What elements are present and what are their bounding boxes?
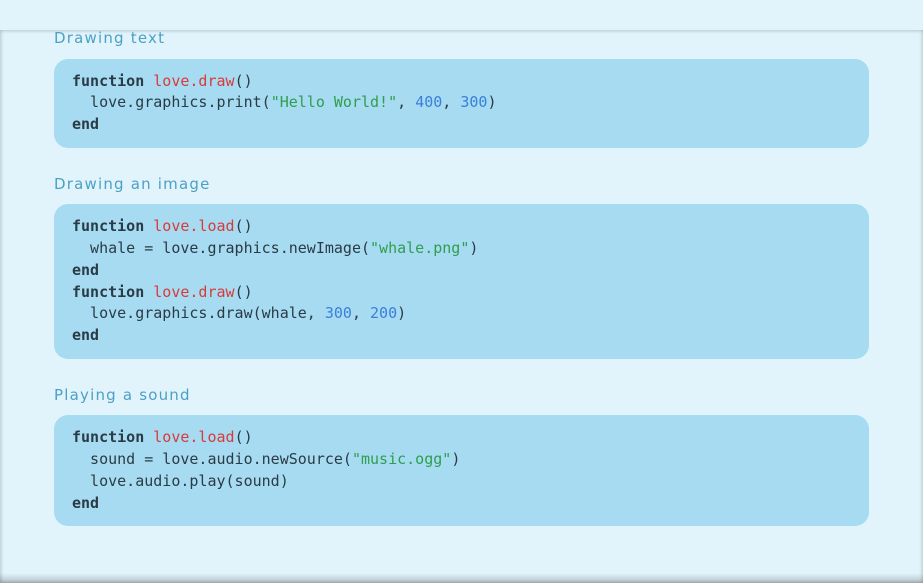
code-token-kw: function	[72, 428, 144, 446]
code-token-str: "music.ogg"	[352, 450, 451, 468]
code-token-kw: function	[72, 217, 144, 235]
code-token-num: 200	[370, 304, 397, 322]
code-token-kw: end	[72, 115, 99, 133]
code-token-kw: function	[72, 72, 144, 90]
section-title: Drawing text	[54, 30, 869, 47]
code-token-kw: end	[72, 261, 99, 279]
code-token-kw: end	[72, 326, 99, 344]
code-token-num: 400	[415, 93, 442, 111]
code-token-fn: love.draw	[153, 72, 234, 90]
code-token-fn: love.load	[153, 217, 234, 235]
code-token-fn: love.load	[153, 428, 234, 446]
code-token-str: "Hello World!"	[271, 93, 397, 111]
code-block: function love.load() sound = love.audio.…	[54, 415, 869, 526]
code-block: function love.load() whale = love.graphi…	[54, 204, 869, 359]
code-token-kw: end	[72, 494, 99, 512]
section-title: Playing a sound	[54, 387, 869, 404]
code-token-kw: function	[72, 283, 144, 301]
code-token-str: "whale.png"	[370, 239, 469, 257]
code-token-num: 300	[325, 304, 352, 322]
section-title: Drawing an image	[54, 176, 869, 193]
code-token-num: 300	[460, 93, 487, 111]
code-token-fn: love.draw	[153, 283, 234, 301]
code-block: function love.draw() love.graphics.print…	[54, 59, 869, 148]
